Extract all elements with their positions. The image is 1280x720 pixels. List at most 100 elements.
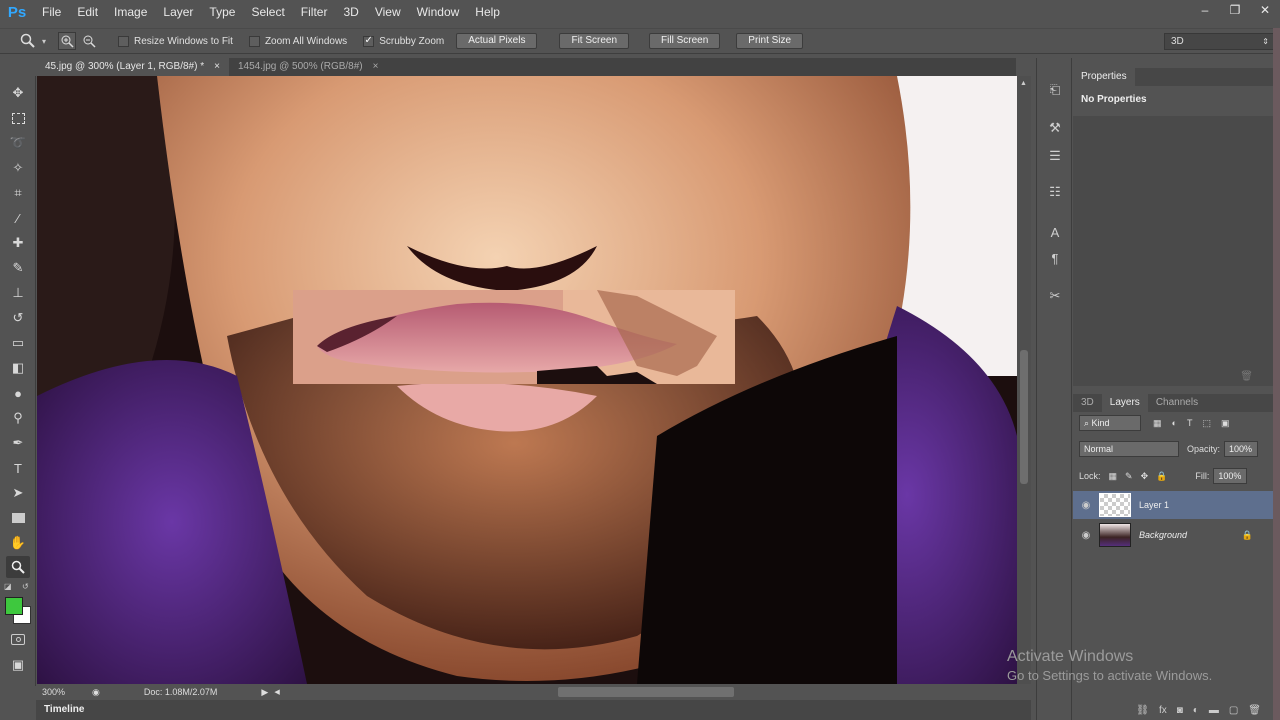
quick-mask-icon[interactable] [6, 628, 30, 650]
fit-screen-button[interactable]: Fit Screen [559, 33, 630, 49]
eyedropper-tool-icon[interactable]: ⁄ [6, 207, 30, 229]
new-adjustment-icon[interactable]: ◐ [1193, 705, 1199, 716]
tab-3d[interactable]: 3D [1073, 394, 1102, 412]
tools-icon[interactable]: ✂ [1045, 286, 1065, 306]
character-icon[interactable]: A [1045, 222, 1065, 242]
type-tool-icon[interactable]: T [6, 457, 30, 479]
restore-button[interactable]: ❐ [1220, 0, 1250, 20]
lock-position-icon[interactable]: ✥ [1141, 471, 1149, 482]
zoom-all-windows-checkbox[interactable]: Zoom All Windows [248, 35, 347, 47]
eye-icon[interactable]: ◉ [1073, 500, 1099, 511]
scrubby-zoom-checkbox[interactable]: ✓ Scrubby Zoom [363, 35, 444, 47]
delete-layer-icon[interactable]: 🗑 [1248, 705, 1261, 716]
tab-45-jpg[interactable]: 45.jpg @ 300% (Layer 1, RGB/8#) * × [36, 58, 229, 76]
brush-tool-icon[interactable]: ✎ [6, 257, 30, 279]
pixel-filter-icon[interactable]: ▦ [1153, 418, 1162, 429]
add-mask-icon[interactable]: ◙ [1177, 705, 1183, 716]
tab-channels[interactable]: Channels [1148, 394, 1206, 412]
zoom-level[interactable]: 300% [42, 687, 82, 697]
menu-window[interactable]: Window [409, 0, 468, 24]
eye-icon[interactable]: ◉ [1073, 530, 1099, 541]
screen-mode-icon[interactable]: ▣ [6, 654, 30, 676]
new-layer-icon[interactable]: ▢ [1229, 705, 1238, 716]
foreground-color-swatch[interactable] [5, 597, 23, 615]
layer-name[interactable]: Layer 1 [1139, 500, 1169, 510]
timeline-panel-tab[interactable]: Timeline [36, 700, 1031, 720]
fill-input[interactable]: 100% [1213, 468, 1248, 484]
layer-row-layer-1[interactable]: ◉ Layer 1 [1073, 491, 1273, 519]
fill-screen-button[interactable]: Fill Screen [649, 33, 721, 49]
history-icon[interactable]: ⎗ [1045, 80, 1065, 100]
blur-tool-icon[interactable]: ● [6, 382, 30, 404]
workspace-select[interactable]: 3D ⇕ [1164, 33, 1274, 50]
horizontal-scroll-thumb[interactable] [558, 687, 734, 697]
status-icon[interactable]: ◉ [92, 687, 100, 698]
clone-stamp-tool-icon[interactable]: ⊥ [6, 282, 30, 304]
menu-3d[interactable]: 3D [335, 0, 366, 24]
close-tab-icon[interactable]: × [373, 58, 379, 76]
path-selection-tool-icon[interactable]: ➤ [6, 482, 30, 504]
rectangle-tool-icon[interactable] [6, 507, 30, 529]
resize-windows-checkbox[interactable]: Resize Windows to Fit [118, 35, 233, 47]
tab-1454-jpg[interactable]: 1454.jpg @ 500% (RGB/8#) × [229, 58, 388, 76]
document-canvas[interactable] [37, 76, 1017, 684]
blend-mode-select[interactable]: Normal [1079, 441, 1179, 457]
vertical-scrollbar[interactable]: ▲ [1017, 76, 1031, 684]
zoom-tool-preset[interactable]: ▾ [20, 33, 46, 49]
zoom-in-button[interactable] [58, 32, 77, 50]
lock-all-icon[interactable]: 🔒 [1156, 471, 1167, 482]
layer-name[interactable]: Background [1139, 530, 1187, 540]
kind-filter-select[interactable]: ⌕ Kind [1079, 415, 1141, 431]
move-tool-icon[interactable]: ✥ [6, 82, 30, 104]
menu-type[interactable]: Type [201, 0, 243, 24]
fx-icon[interactable]: fx [1159, 705, 1167, 716]
zoom-out-button[interactable] [80, 32, 98, 50]
history-brush-tool-icon[interactable]: ↺ [6, 307, 30, 329]
menu-view[interactable]: View [367, 0, 409, 24]
adjustments-icon[interactable]: ☰ [1045, 146, 1065, 166]
zoom-tool-icon[interactable] [6, 556, 30, 578]
minimize-button[interactable]: – [1190, 0, 1220, 20]
smart-object-filter-icon[interactable]: ▣ [1221, 418, 1230, 429]
scroll-left-icon[interactable]: ◀ [274, 688, 279, 696]
new-group-icon[interactable]: ▬ [1209, 705, 1219, 716]
link-layers-icon[interactable]: ⛓ [1136, 705, 1149, 716]
layer-row-background[interactable]: ◉ Background 🔒 [1073, 521, 1273, 549]
hand-tool-icon[interactable]: ✋ [6, 532, 30, 554]
pen-tool-icon[interactable]: ✒ [6, 432, 30, 454]
paragraph-icon[interactable]: ¶ [1045, 248, 1065, 268]
menu-help[interactable]: Help [467, 0, 508, 24]
adjustment-filter-icon[interactable]: ◐ [1172, 418, 1177, 428]
close-window-button[interactable]: ✕ [1250, 0, 1280, 20]
shape-filter-icon[interactable]: ⬚ [1202, 418, 1211, 429]
tab-properties[interactable]: Properties [1073, 68, 1135, 86]
marquee-tool-icon[interactable] [6, 107, 30, 129]
eraser-tool-icon[interactable]: ▭ [6, 332, 30, 354]
menu-select[interactable]: Select [243, 0, 292, 24]
lasso-tool-icon[interactable]: ➰ [6, 132, 30, 154]
tab-layers[interactable]: Layers [1101, 394, 1148, 412]
menu-filter[interactable]: Filter [293, 0, 336, 24]
healing-brush-tool-icon[interactable]: ✚ [6, 232, 30, 254]
opacity-input[interactable]: 100% [1224, 441, 1259, 457]
type-filter-icon[interactable]: T [1187, 418, 1193, 428]
actual-pixels-button[interactable]: Actual Pixels [456, 33, 538, 49]
menu-file[interactable]: File [34, 0, 69, 24]
print-size-button[interactable]: Print Size [736, 33, 804, 49]
lock-transparent-icon[interactable]: ▦ [1109, 471, 1118, 482]
default-colors-icon[interactable]: ◪ [4, 582, 12, 591]
magic-wand-tool-icon[interactable]: ✧ [6, 157, 30, 179]
status-menu-arrow-icon[interactable]: ▶ [261, 687, 268, 698]
lock-pixels-icon[interactable]: ✎ [1125, 471, 1133, 482]
tool-presets-icon[interactable]: ⚒ [1045, 118, 1065, 138]
menu-edit[interactable]: Edit [69, 0, 106, 24]
crop-tool-icon[interactable]: ⌗ [6, 182, 30, 204]
menu-image[interactable]: Image [106, 0, 155, 24]
close-tab-icon[interactable]: × [214, 58, 220, 76]
layer-comps-icon[interactable]: ☷ [1045, 182, 1065, 202]
gradient-tool-icon[interactable]: ◧ [6, 357, 30, 379]
scroll-up-icon[interactable]: ▲ [1020, 80, 1027, 87]
swap-colors-icon[interactable]: ↺ [22, 582, 29, 591]
trash-icon[interactable]: 🗑 [1240, 371, 1253, 382]
menu-layer[interactable]: Layer [155, 0, 201, 24]
